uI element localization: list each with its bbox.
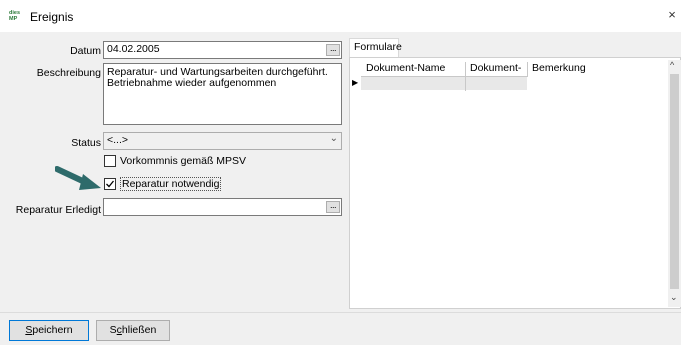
datum-value: 04.02.2005 (107, 43, 160, 55)
save-label: peichern (32, 324, 73, 336)
scroll-down-icon[interactable]: ⌄ (670, 292, 678, 303)
beschreibung-label: Beschreibung (36, 67, 101, 79)
checkbox-reparatur-label: Reparatur notwendig (120, 177, 222, 191)
close-icon[interactable]: × (663, 6, 681, 24)
cell-divider (465, 77, 466, 91)
reparatur-erledigt-picker-button[interactable]: ... (326, 201, 340, 213)
checkmark-icon (106, 180, 115, 188)
checkbox-mpsv-label: Vorkommnis gemäß MPSV (120, 155, 247, 167)
datum-picker-button[interactable]: ... (326, 44, 340, 56)
status-value: <...> (107, 134, 129, 146)
tab-formulare[interactable]: Formulare (349, 38, 402, 57)
reparatur-erledigt-label: Reparatur Erledigt (15, 204, 101, 216)
window-title: Ereignis (30, 10, 74, 24)
datum-label: Datum (70, 45, 101, 57)
save-button[interactable]: Speichern (9, 320, 89, 341)
dialog-window: dies MP Ereignis × Datum 04.02.2005 ... … (0, 0, 681, 345)
scrollbar-thumb[interactable] (670, 74, 679, 289)
close-label: hließen (121, 324, 157, 336)
checkbox-mpsv[interactable] (104, 155, 116, 167)
close-button[interactable]: Schließen (96, 320, 170, 341)
logo-text-bottom: MP (9, 16, 18, 22)
arrow-pointer-icon (55, 166, 101, 190)
chevron-down-icon: ⌄ (329, 133, 338, 144)
datum-field[interactable]: 04.02.2005 (103, 41, 342, 59)
status-select[interactable]: <...> ⌄ (103, 132, 342, 150)
column-header-dokument-name[interactable]: Dokument-Name (362, 62, 466, 77)
column-header-dokument-art[interactable]: Dokument-Art (466, 62, 528, 86)
documents-grid: Dokument-Name Dokument-Art Bemerkung (349, 57, 681, 309)
table-row[interactable] (361, 76, 527, 91)
title-bar: dies MP Ereignis × (0, 0, 681, 32)
checkbox-reparatur-row[interactable]: Reparatur notwendig (104, 177, 222, 191)
beschreibung-line-2: Betriebnahme wieder aufgenommen (107, 77, 277, 89)
scroll-up-icon[interactable]: ^ (670, 60, 674, 70)
close-first: S (109, 324, 117, 336)
reparatur-erledigt-field[interactable] (103, 198, 342, 216)
checkbox-mpsv-row[interactable]: Vorkommnis gemäß MPSV (104, 155, 246, 167)
column-header-bemerkung[interactable]: Bemerkung (528, 62, 668, 77)
beschreibung-textarea[interactable]: Reparatur- und Wartungsarbeiten durchgef… (103, 63, 342, 125)
status-label: Status (71, 137, 101, 149)
checkbox-reparatur[interactable] (104, 178, 116, 190)
app-logo-icon: dies MP (9, 10, 25, 23)
row-indicator-icon: ▶ (352, 78, 359, 87)
